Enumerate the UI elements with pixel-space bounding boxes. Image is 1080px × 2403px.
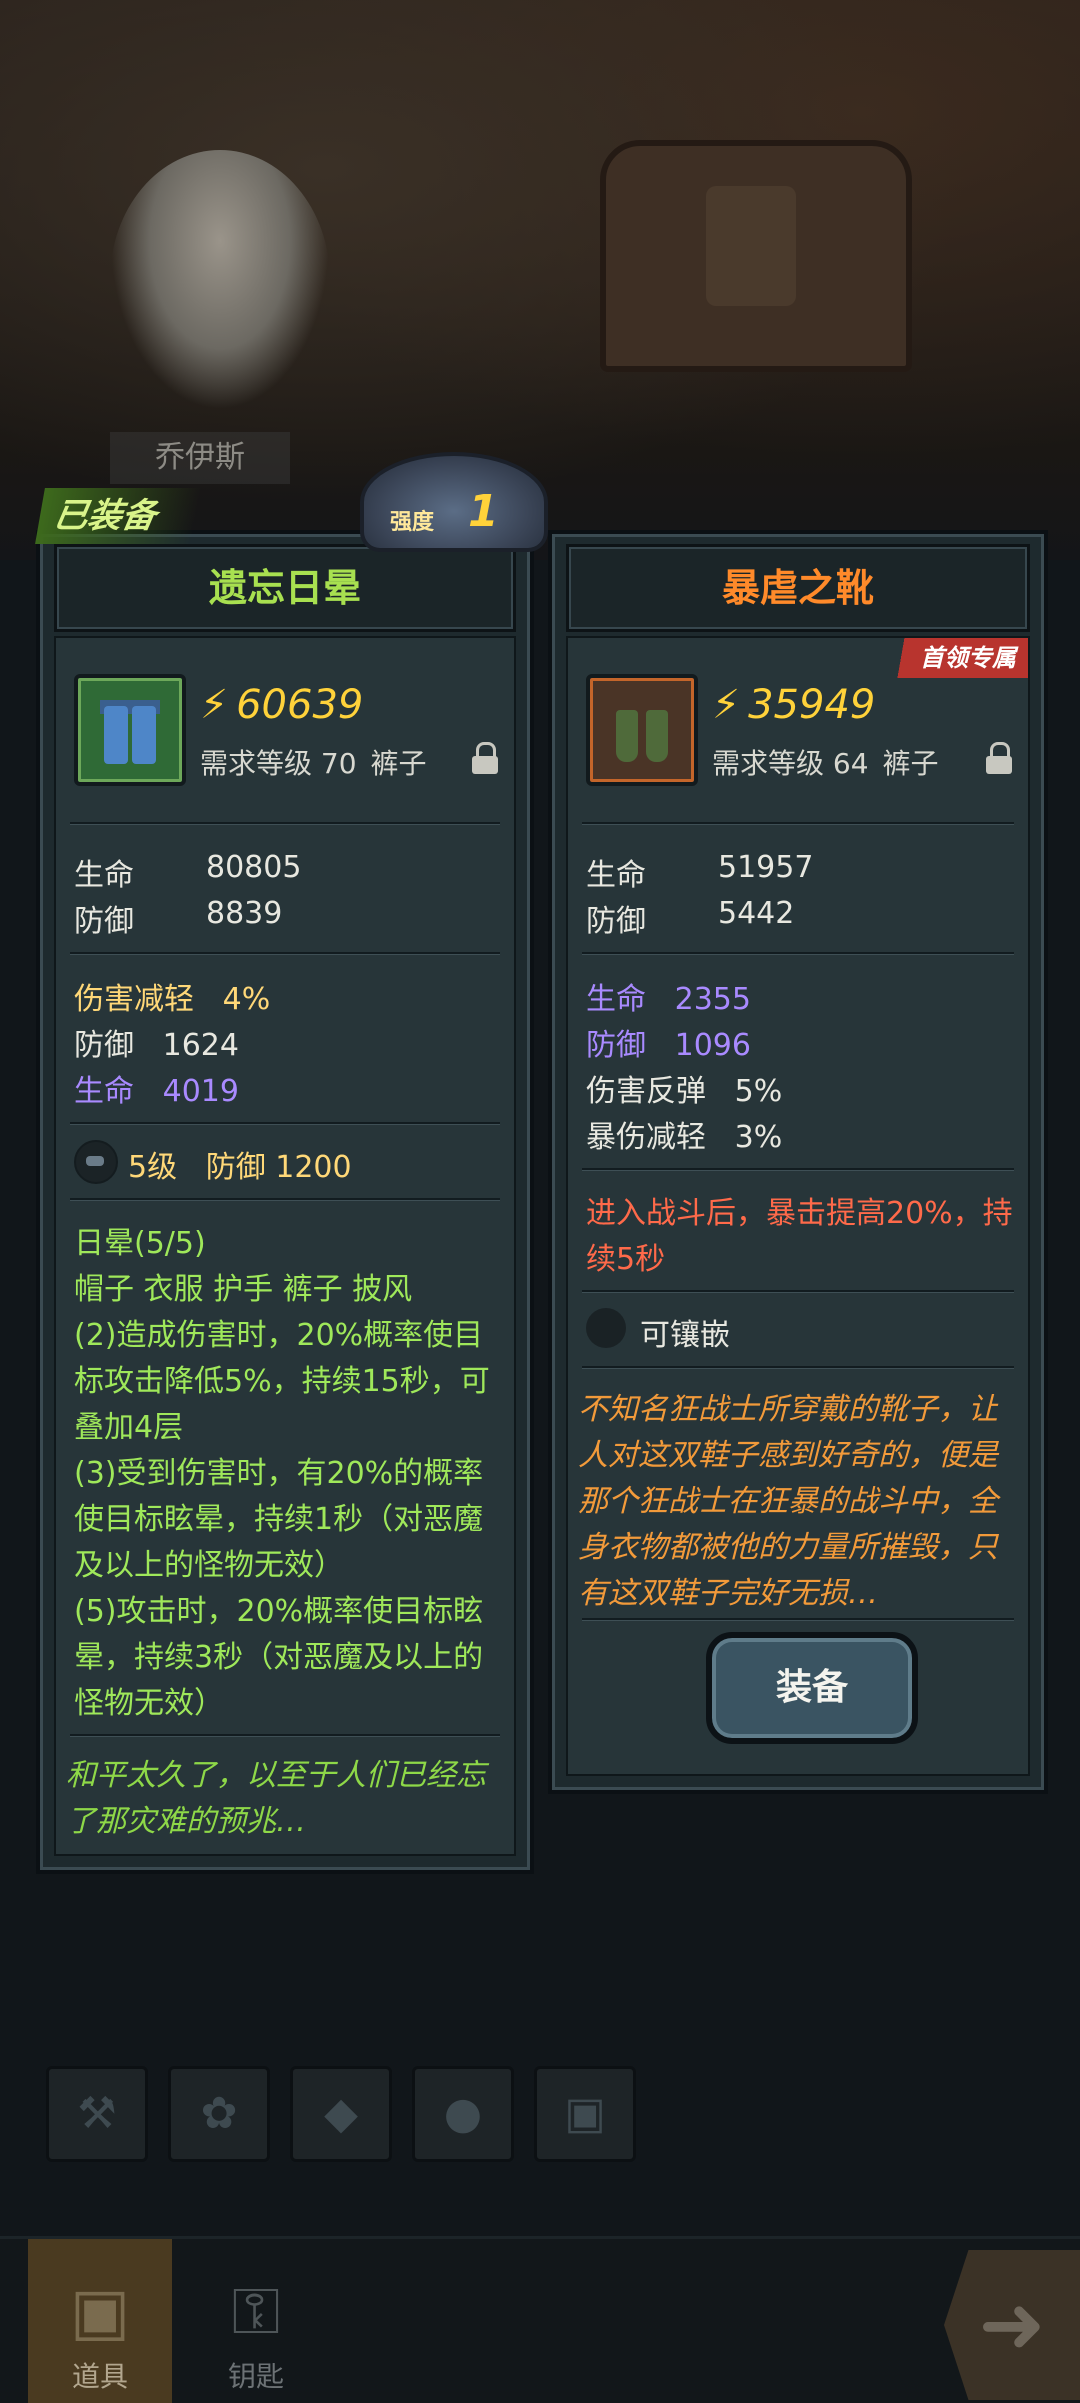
extra-stat: 生命 4019: [74, 1074, 239, 1109]
socket-label: 可镶嵌: [640, 1318, 730, 1353]
flavor-text: 了那灾难的预兆…: [66, 1804, 306, 1839]
set-line: 日晕(5/5): [74, 1226, 206, 1261]
flavor-text: 人对这双鞋子感到好奇的，便是: [578, 1438, 998, 1473]
hero-portrait: [110, 150, 330, 410]
extra-stat: 暴伤减轻 3%: [586, 1120, 783, 1155]
set-line: 帽子 衣服 护手 裤子 披风: [74, 1272, 413, 1307]
stat-value: 80805: [206, 850, 302, 885]
hero-name: 乔伊斯: [110, 432, 290, 484]
stat-value: 8839: [206, 896, 283, 931]
set-line: (5)攻击时，20%概率使目标眩: [74, 1594, 484, 1629]
gem-stat: 5级 防御 1200: [128, 1150, 352, 1185]
equipped-badge: 已装备: [35, 488, 201, 544]
candidate-item-title: 暴虐之靴: [566, 544, 1030, 632]
power-icon: ⚡: [712, 682, 741, 728]
power-icon: ⚡: [200, 682, 229, 728]
key-icon: ⚿: [231, 2275, 281, 2349]
flavor-text: 身衣物都被他的力量所摧毁，只: [578, 1530, 998, 1565]
flavor-text: 和平太久了，以至于人们已经忘: [66, 1758, 486, 1793]
extra-stat: 生命 2355: [586, 982, 751, 1017]
divider: [70, 822, 500, 824]
divider: [70, 1734, 500, 1736]
lock-icon[interactable]: [472, 742, 498, 774]
equipped-item-body: ⚡ 60639 需求等级 70 裤子 生命 80805 防御 8839 伤害减轻 4…: [54, 636, 516, 1856]
equipped-item-card: 遗忘日晕 ⚡ 60639 需求等级 70 裤子 生命 80805 防御 8839 伤…: [36, 530, 534, 1874]
stat-label: 防御: [74, 904, 134, 939]
divider: [70, 1122, 500, 1124]
gem-icon[interactable]: ◆: [290, 2066, 392, 2162]
extra-stat: 伤害减轻 4%: [74, 982, 271, 1017]
chest-icon[interactable]: ▣: [534, 2066, 636, 2162]
set-line: (2)造成伤害时，20%概率使目: [74, 1318, 484, 1353]
set-line: 及以上的怪物无效）: [74, 1548, 344, 1583]
divider: [582, 1618, 1014, 1620]
candidate-item-body: 首领专属 ⚡ 35949 需求等级 64 裤子 生命 51957 防御 5442 生…: [566, 636, 1030, 1776]
forward-arrow-icon[interactable]: ➜: [944, 2250, 1080, 2400]
stat-value: 5442: [718, 896, 795, 931]
skill-line: 进入战斗后，暴击提高20%，持: [586, 1196, 1013, 1231]
set-line: 晕，持续3秒（对恶魔及以上的: [74, 1640, 484, 1675]
strength-badge: 强度 1: [360, 452, 548, 552]
chest-icon: ▣: [69, 2275, 131, 2349]
candidate-power: ⚡ 35949: [712, 682, 876, 728]
equipped-requirement: 需求等级 70 裤子: [200, 747, 427, 780]
divider: [70, 1198, 500, 1200]
skill-line: 续5秒: [586, 1242, 666, 1277]
equipped-item-title: 遗忘日晕: [54, 544, 516, 632]
candidate-requirement: 需求等级 64 裤子: [712, 747, 939, 780]
strength-label: 强度: [390, 510, 435, 535]
extra-stat: 防御 1624: [74, 1028, 239, 1063]
flavor-text: 有这双鞋子完好无损…: [578, 1576, 878, 1611]
gem-icon: [74, 1140, 118, 1184]
stat-label: 防御: [586, 904, 646, 939]
extra-stat: 防御 1096: [586, 1028, 751, 1063]
socket-icon: [586, 1308, 626, 1348]
ore-icon[interactable]: ●: [412, 2066, 514, 2162]
flavor-text: 不知名狂战士所穿戴的靴子，让: [578, 1392, 998, 1427]
paw-icon[interactable]: ✿: [168, 2066, 270, 2162]
tab-keys-label: 钥匙: [227, 2360, 284, 2393]
divider: [582, 822, 1014, 824]
tab-keys[interactable]: ⚿ 钥匙: [184, 2239, 328, 2403]
boss-exclusive-tag: 首领专属: [874, 638, 1028, 678]
divider: [582, 1290, 1014, 1292]
flavor-text: 那个狂战士在狂暴的战斗中，全: [578, 1484, 998, 1519]
bottom-nav: ▣ 道具 ⚿ 钥匙: [0, 2236, 1080, 2403]
boots-icon: [586, 674, 698, 786]
stat-label: 生命: [74, 858, 134, 893]
set-line: 标攻击降低5%，持续15秒，可: [74, 1364, 490, 1399]
set-line: (3)受到伤害时，有20%的概率: [74, 1456, 484, 1491]
strength-value: 1: [468, 486, 499, 537]
lock-icon[interactable]: [986, 742, 1012, 774]
divider: [582, 952, 1014, 954]
equipped-power: ⚡ 60639: [200, 682, 364, 728]
set-line: 使目标眩晕，持续1秒（对恶魔: [74, 1502, 484, 1537]
set-line: 叠加4层: [74, 1410, 184, 1445]
treasure-chest-decoration: [600, 140, 912, 372]
stat-value: 51957: [718, 850, 814, 885]
divider: [582, 1168, 1014, 1170]
background-scene: 乔伊斯: [0, 0, 1080, 560]
pants-icon: [74, 674, 186, 786]
extra-stat: 伤害反弹 5%: [586, 1074, 783, 1109]
hammer-icon[interactable]: ⚒: [46, 2066, 148, 2162]
tab-items-label: 道具: [71, 2360, 128, 2393]
set-line: 怪物无效）: [74, 1686, 224, 1721]
divider: [582, 1366, 1014, 1368]
equip-button[interactable]: 装备: [706, 1632, 918, 1744]
divider: [70, 952, 500, 954]
stat-label: 生命: [586, 858, 646, 893]
candidate-item-card: 暴虐之靴 首领专属 ⚡ 35949 需求等级 64 裤子 生命 51957 防御 5…: [548, 530, 1048, 1794]
tab-items[interactable]: ▣ 道具: [28, 2239, 172, 2403]
